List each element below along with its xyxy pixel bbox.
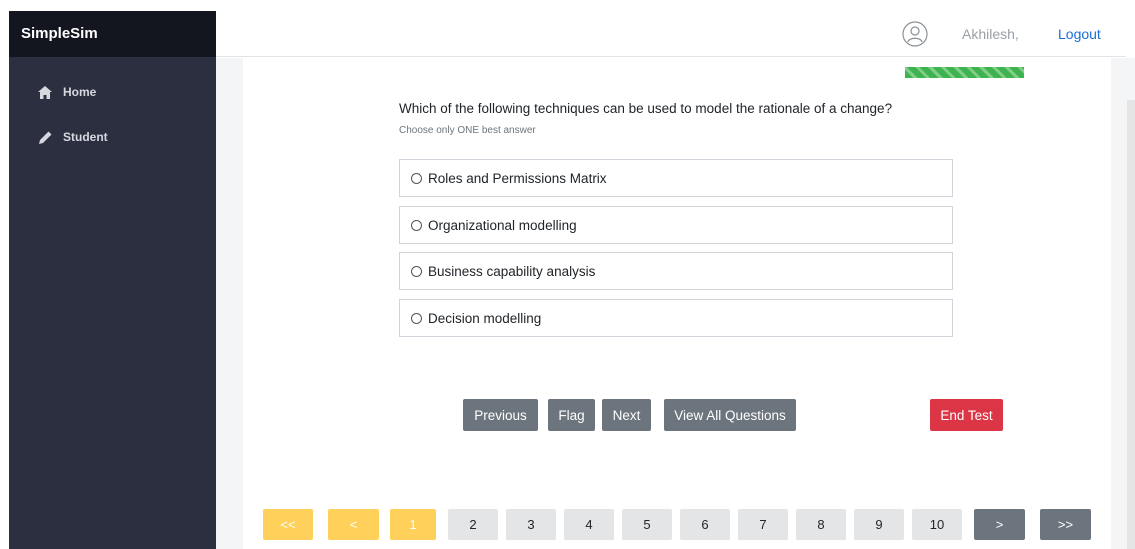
answer-option[interactable]: Organizational modelling [399, 206, 953, 244]
sidebar-item-label: Student [63, 130, 108, 144]
answer-option-label: Decision modelling [428, 310, 542, 326]
pagination-page[interactable]: 5 [622, 509, 672, 540]
sidebar-item-label: Home [63, 85, 97, 99]
answer-option[interactable]: Business capability analysis [399, 252, 953, 290]
sidebar: Home Student [9, 57, 216, 549]
answer-option-label: Organizational modelling [428, 217, 577, 233]
answer-option[interactable]: Roles and Permissions Matrix [399, 159, 953, 197]
pagination-page[interactable]: 9 [854, 509, 904, 540]
pencil-icon [37, 129, 53, 145]
top-header: Akhilesh, Logout [216, 11, 1126, 57]
pagination-first-button[interactable]: << [263, 509, 313, 540]
radio-button[interactable] [411, 219, 422, 231]
pagination-page[interactable]: 3 [506, 509, 556, 540]
username: Akhilesh, [962, 26, 1019, 42]
view-all-questions-button[interactable]: View All Questions [664, 399, 796, 431]
end-test-button[interactable]: End Test [930, 399, 1003, 431]
sidebar-item-student[interactable]: Student [9, 122, 216, 152]
sidebar-item-home[interactable]: Home [9, 77, 216, 107]
question-text: Which of the following techniques can be… [399, 101, 893, 116]
previous-button[interactable]: Previous [463, 399, 538, 431]
radio-button[interactable] [411, 172, 422, 184]
answer-option[interactable]: Decision modelling [399, 299, 953, 337]
answer-option-label: Roles and Permissions Matrix [428, 170, 607, 186]
answer-option-label: Business capability analysis [428, 263, 596, 279]
page-scrollbar[interactable] [1127, 100, 1135, 549]
logout-link[interactable]: Logout [1058, 26, 1101, 42]
user-avatar-icon[interactable] [902, 21, 928, 47]
radio-button[interactable] [411, 312, 422, 324]
pagination-next-button[interactable]: > [974, 509, 1025, 540]
progress-bar [905, 67, 1024, 78]
pagination-page-current[interactable]: 1 [390, 509, 436, 540]
answer-instruction: Choose only ONE best answer [399, 125, 536, 136]
flag-button[interactable]: Flag [548, 399, 595, 431]
pagination-page[interactable]: 8 [796, 509, 846, 540]
home-icon [37, 84, 53, 100]
pagination-page[interactable]: 2 [448, 509, 498, 540]
pagination-page[interactable]: 4 [564, 509, 614, 540]
pagination-prev-button[interactable]: < [328, 509, 379, 540]
app-brand[interactable]: SimpleSim [9, 11, 216, 57]
radio-button[interactable] [411, 265, 422, 277]
pagination-page[interactable]: 7 [738, 509, 788, 540]
pagination-page[interactable]: 10 [912, 509, 962, 540]
pagination-last-button[interactable]: >> [1040, 509, 1091, 540]
next-button[interactable]: Next [602, 399, 651, 431]
pagination-page[interactable]: 6 [680, 509, 730, 540]
